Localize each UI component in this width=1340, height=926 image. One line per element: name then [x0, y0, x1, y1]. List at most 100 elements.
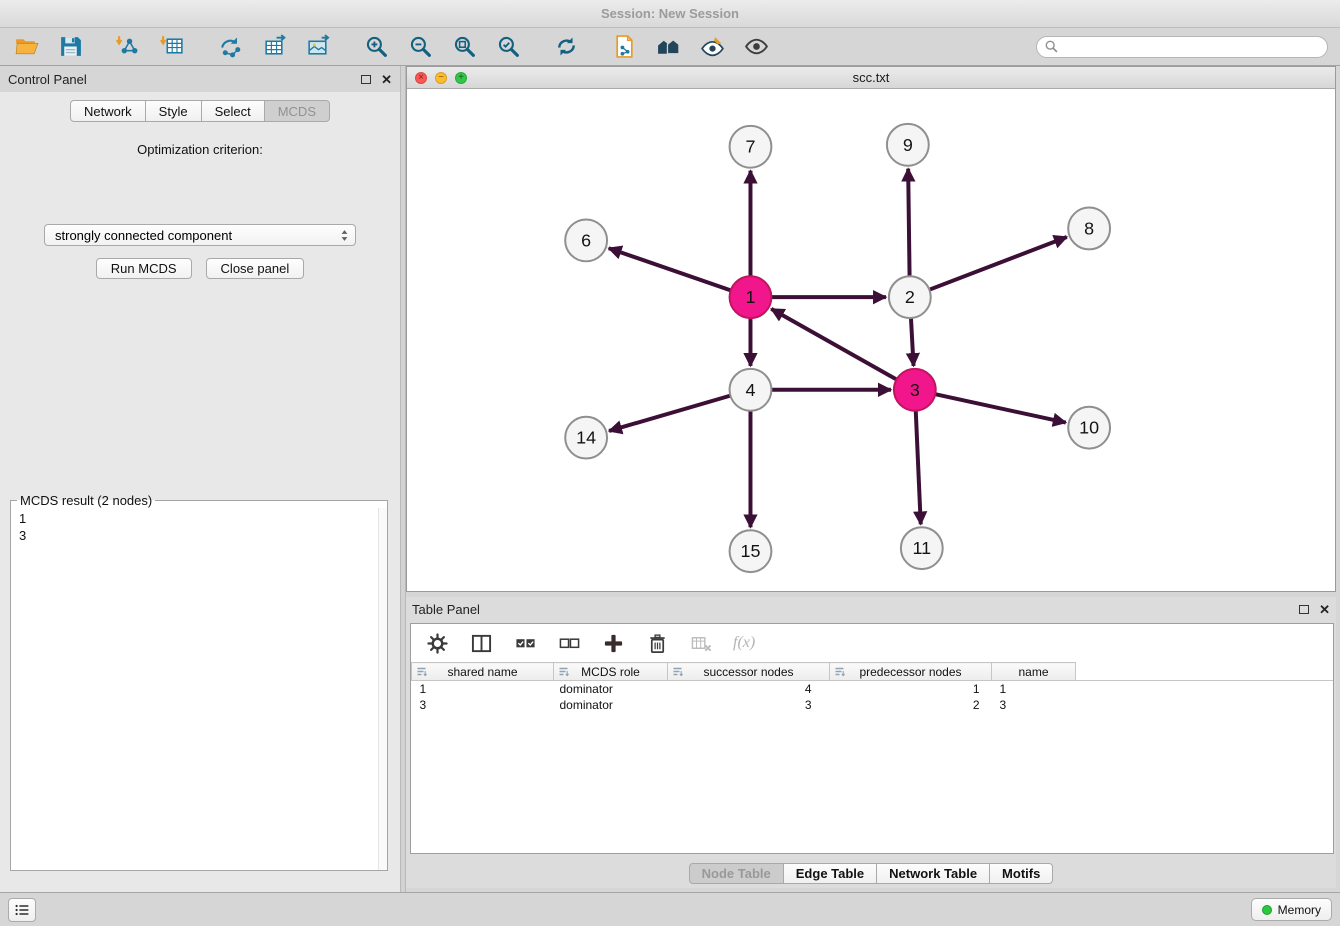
status-menu-button[interactable]: [8, 898, 36, 922]
memory-button[interactable]: Memory: [1251, 898, 1332, 921]
mcds-result-item[interactable]: 3: [19, 527, 387, 544]
function-builder-button[interactable]: f(x): [733, 634, 755, 652]
mcds-result-list: 13: [11, 508, 387, 864]
deselect-all-button[interactable]: [557, 631, 581, 655]
tab-mcds[interactable]: MCDS: [264, 100, 330, 122]
graph-edge-3-11[interactable]: [916, 411, 921, 525]
table-cell[interactable]: dominator: [554, 681, 668, 697]
add-column-button[interactable]: [601, 631, 625, 655]
selected-criterion: strongly connected component: [55, 228, 340, 243]
import-table-icon: [160, 34, 185, 59]
tab-style[interactable]: Style: [145, 100, 202, 122]
graph-node-2[interactable]: 2: [889, 276, 931, 318]
import-network-button[interactable]: [114, 33, 142, 61]
table-cell[interactable]: 1: [412, 681, 554, 697]
share-document-button[interactable]: [610, 33, 638, 61]
import-table-button[interactable]: [158, 33, 186, 61]
graph-node-8[interactable]: 8: [1068, 208, 1110, 250]
close-window-icon[interactable]: ×: [415, 72, 427, 84]
graph-node-14[interactable]: 14: [565, 417, 607, 459]
column-header-name[interactable]: name: [992, 663, 1076, 681]
graph-node-4[interactable]: 4: [730, 369, 772, 411]
tab-select[interactable]: Select: [201, 100, 265, 122]
graph-node-6[interactable]: 6: [565, 219, 607, 261]
zoom-window-icon[interactable]: +: [455, 72, 467, 84]
column-header-predecessor-nodes[interactable]: predecessor nodes: [830, 663, 992, 681]
tab-motifs[interactable]: Motifs: [989, 863, 1053, 884]
table-settings-button[interactable]: [425, 631, 449, 655]
table-cell[interactable]: 3: [668, 697, 830, 713]
column-header-successor-nodes[interactable]: successor nodes: [668, 663, 830, 681]
table-row[interactable]: 1dominator411: [412, 681, 1334, 697]
table-cell[interactable]: [1076, 697, 1334, 713]
open-file-button[interactable]: [12, 33, 40, 61]
column-header-shared-name[interactable]: shared name: [412, 663, 554, 681]
graph-node-1[interactable]: 1: [730, 276, 772, 318]
graph-node-3[interactable]: 3: [894, 369, 936, 411]
svg-text:9: 9: [903, 135, 913, 155]
tab-node-table[interactable]: Node Table: [689, 863, 784, 884]
tab-network[interactable]: Network: [70, 100, 146, 122]
zoom-selected-button[interactable]: [494, 33, 522, 61]
table-cell[interactable]: [1076, 681, 1334, 697]
float-table-panel-icon[interactable]: [1299, 605, 1309, 614]
optimization-criterion-select[interactable]: strongly connected component: [44, 224, 356, 246]
tab-edge-table[interactable]: Edge Table: [783, 863, 877, 884]
graph-edge-2-3[interactable]: [911, 318, 914, 366]
run-mcds-button[interactable]: Run MCDS: [96, 258, 192, 279]
unchecked-boxes-icon: [559, 633, 580, 654]
table-cell[interactable]: dominator: [554, 697, 668, 713]
apply-layout-button[interactable]: [552, 33, 580, 61]
status-bar: Memory: [0, 892, 1340, 926]
graph-edge-4-14[interactable]: [609, 396, 730, 431]
close-panel-button[interactable]: Close panel: [206, 258, 305, 279]
zoom-out-button[interactable]: [406, 33, 434, 61]
table-cell[interactable]: 4: [668, 681, 830, 697]
split-panel-button[interactable]: [469, 631, 493, 655]
close-control-panel-icon[interactable]: ✕: [381, 73, 392, 86]
svg-text:6: 6: [581, 230, 591, 250]
minimize-window-icon[interactable]: −: [435, 72, 447, 84]
graph-edge-2-9[interactable]: [908, 169, 909, 277]
graph-edge-2-8[interactable]: [929, 237, 1066, 290]
zoom-in-button[interactable]: [362, 33, 390, 61]
graph-node-15[interactable]: 15: [730, 530, 772, 572]
search-box: [1036, 36, 1328, 58]
table-cell[interactable]: 3: [992, 697, 1076, 713]
graph-edge-3-1[interactable]: [771, 309, 896, 380]
optimization-criterion-label: Optimization criterion:: [0, 142, 400, 157]
graph-edge-3-10[interactable]: [935, 394, 1066, 422]
zoom-fit-button[interactable]: [450, 33, 478, 61]
export-table-button[interactable]: [260, 33, 288, 61]
table-cell[interactable]: 2: [830, 697, 992, 713]
memory-status-icon: [1262, 905, 1272, 915]
mcds-result-item[interactable]: 1: [19, 510, 387, 527]
toggle-graphics-details-button[interactable]: [742, 33, 770, 61]
first-neighbors-button[interactable]: [654, 33, 682, 61]
tab-network-table[interactable]: Network Table: [876, 863, 990, 884]
graph-node-9[interactable]: 9: [887, 124, 929, 166]
search-input[interactable]: [1063, 40, 1319, 54]
graph-node-7[interactable]: 7: [730, 126, 772, 168]
column-header-mcds-role[interactable]: MCDS role: [554, 663, 668, 681]
float-panel-icon[interactable]: [361, 75, 371, 84]
table-row[interactable]: 3dominator323: [412, 697, 1334, 713]
close-table-panel-icon[interactable]: ✕: [1319, 603, 1330, 616]
graph-node-10[interactable]: 10: [1068, 407, 1110, 449]
table-cell[interactable]: 3: [412, 697, 554, 713]
network-window-titlebar: scc.txt × − +: [407, 67, 1335, 89]
export-image-button[interactable]: [304, 33, 332, 61]
delete-table-button[interactable]: [689, 631, 713, 655]
network-canvas[interactable]: 7 9 6 8 1 2 4 3 14 10 15 11: [407, 89, 1335, 591]
network-from-selection-button[interactable]: [216, 33, 244, 61]
graph-node-11[interactable]: 11: [901, 527, 943, 569]
show-annotations-button[interactable]: [698, 33, 726, 61]
result-scrollbar[interactable]: [378, 508, 387, 870]
delete-column-button[interactable]: [645, 631, 669, 655]
select-all-button[interactable]: [513, 631, 537, 655]
graph-edge-1-6[interactable]: [609, 248, 731, 290]
save-session-button[interactable]: [56, 33, 84, 61]
graph-svg[interactable]: 7 9 6 8 1 2 4 3 14 10 15 11: [407, 89, 1335, 591]
table-cell[interactable]: 1: [992, 681, 1076, 697]
table-cell[interactable]: 1: [830, 681, 992, 697]
